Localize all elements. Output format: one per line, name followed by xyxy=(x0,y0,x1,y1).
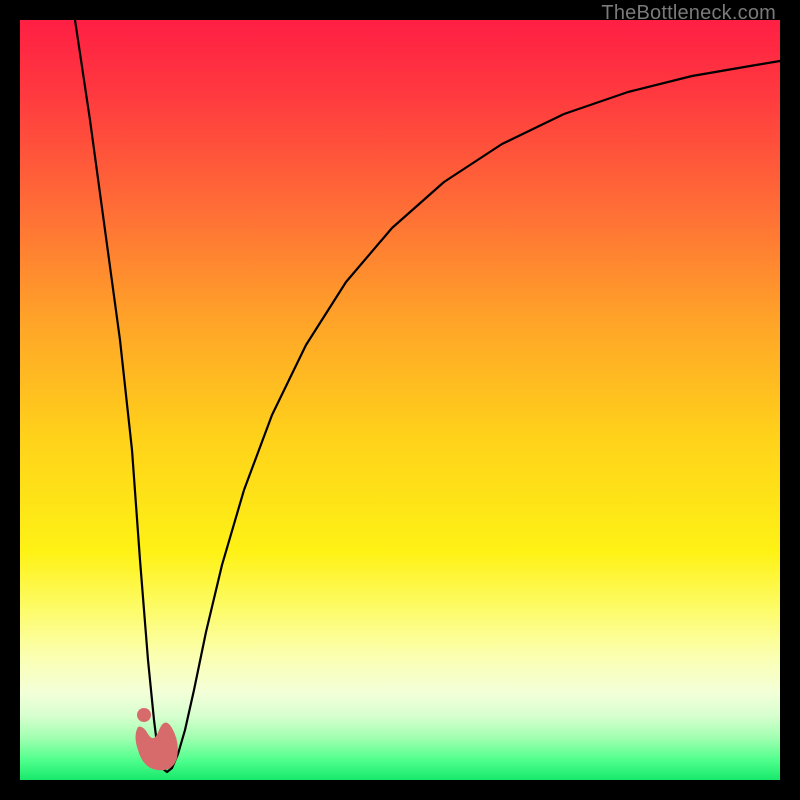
plot-area xyxy=(20,20,780,780)
optimum-blob-icon xyxy=(136,722,178,770)
bottleneck-curve xyxy=(75,20,780,772)
optimum-dot-icon xyxy=(137,708,151,722)
optimum-marker xyxy=(136,708,178,770)
outer-frame: TheBottleneck.com xyxy=(0,0,800,800)
chart-layer xyxy=(20,20,780,780)
watermark-text: TheBottleneck.com xyxy=(601,2,776,25)
